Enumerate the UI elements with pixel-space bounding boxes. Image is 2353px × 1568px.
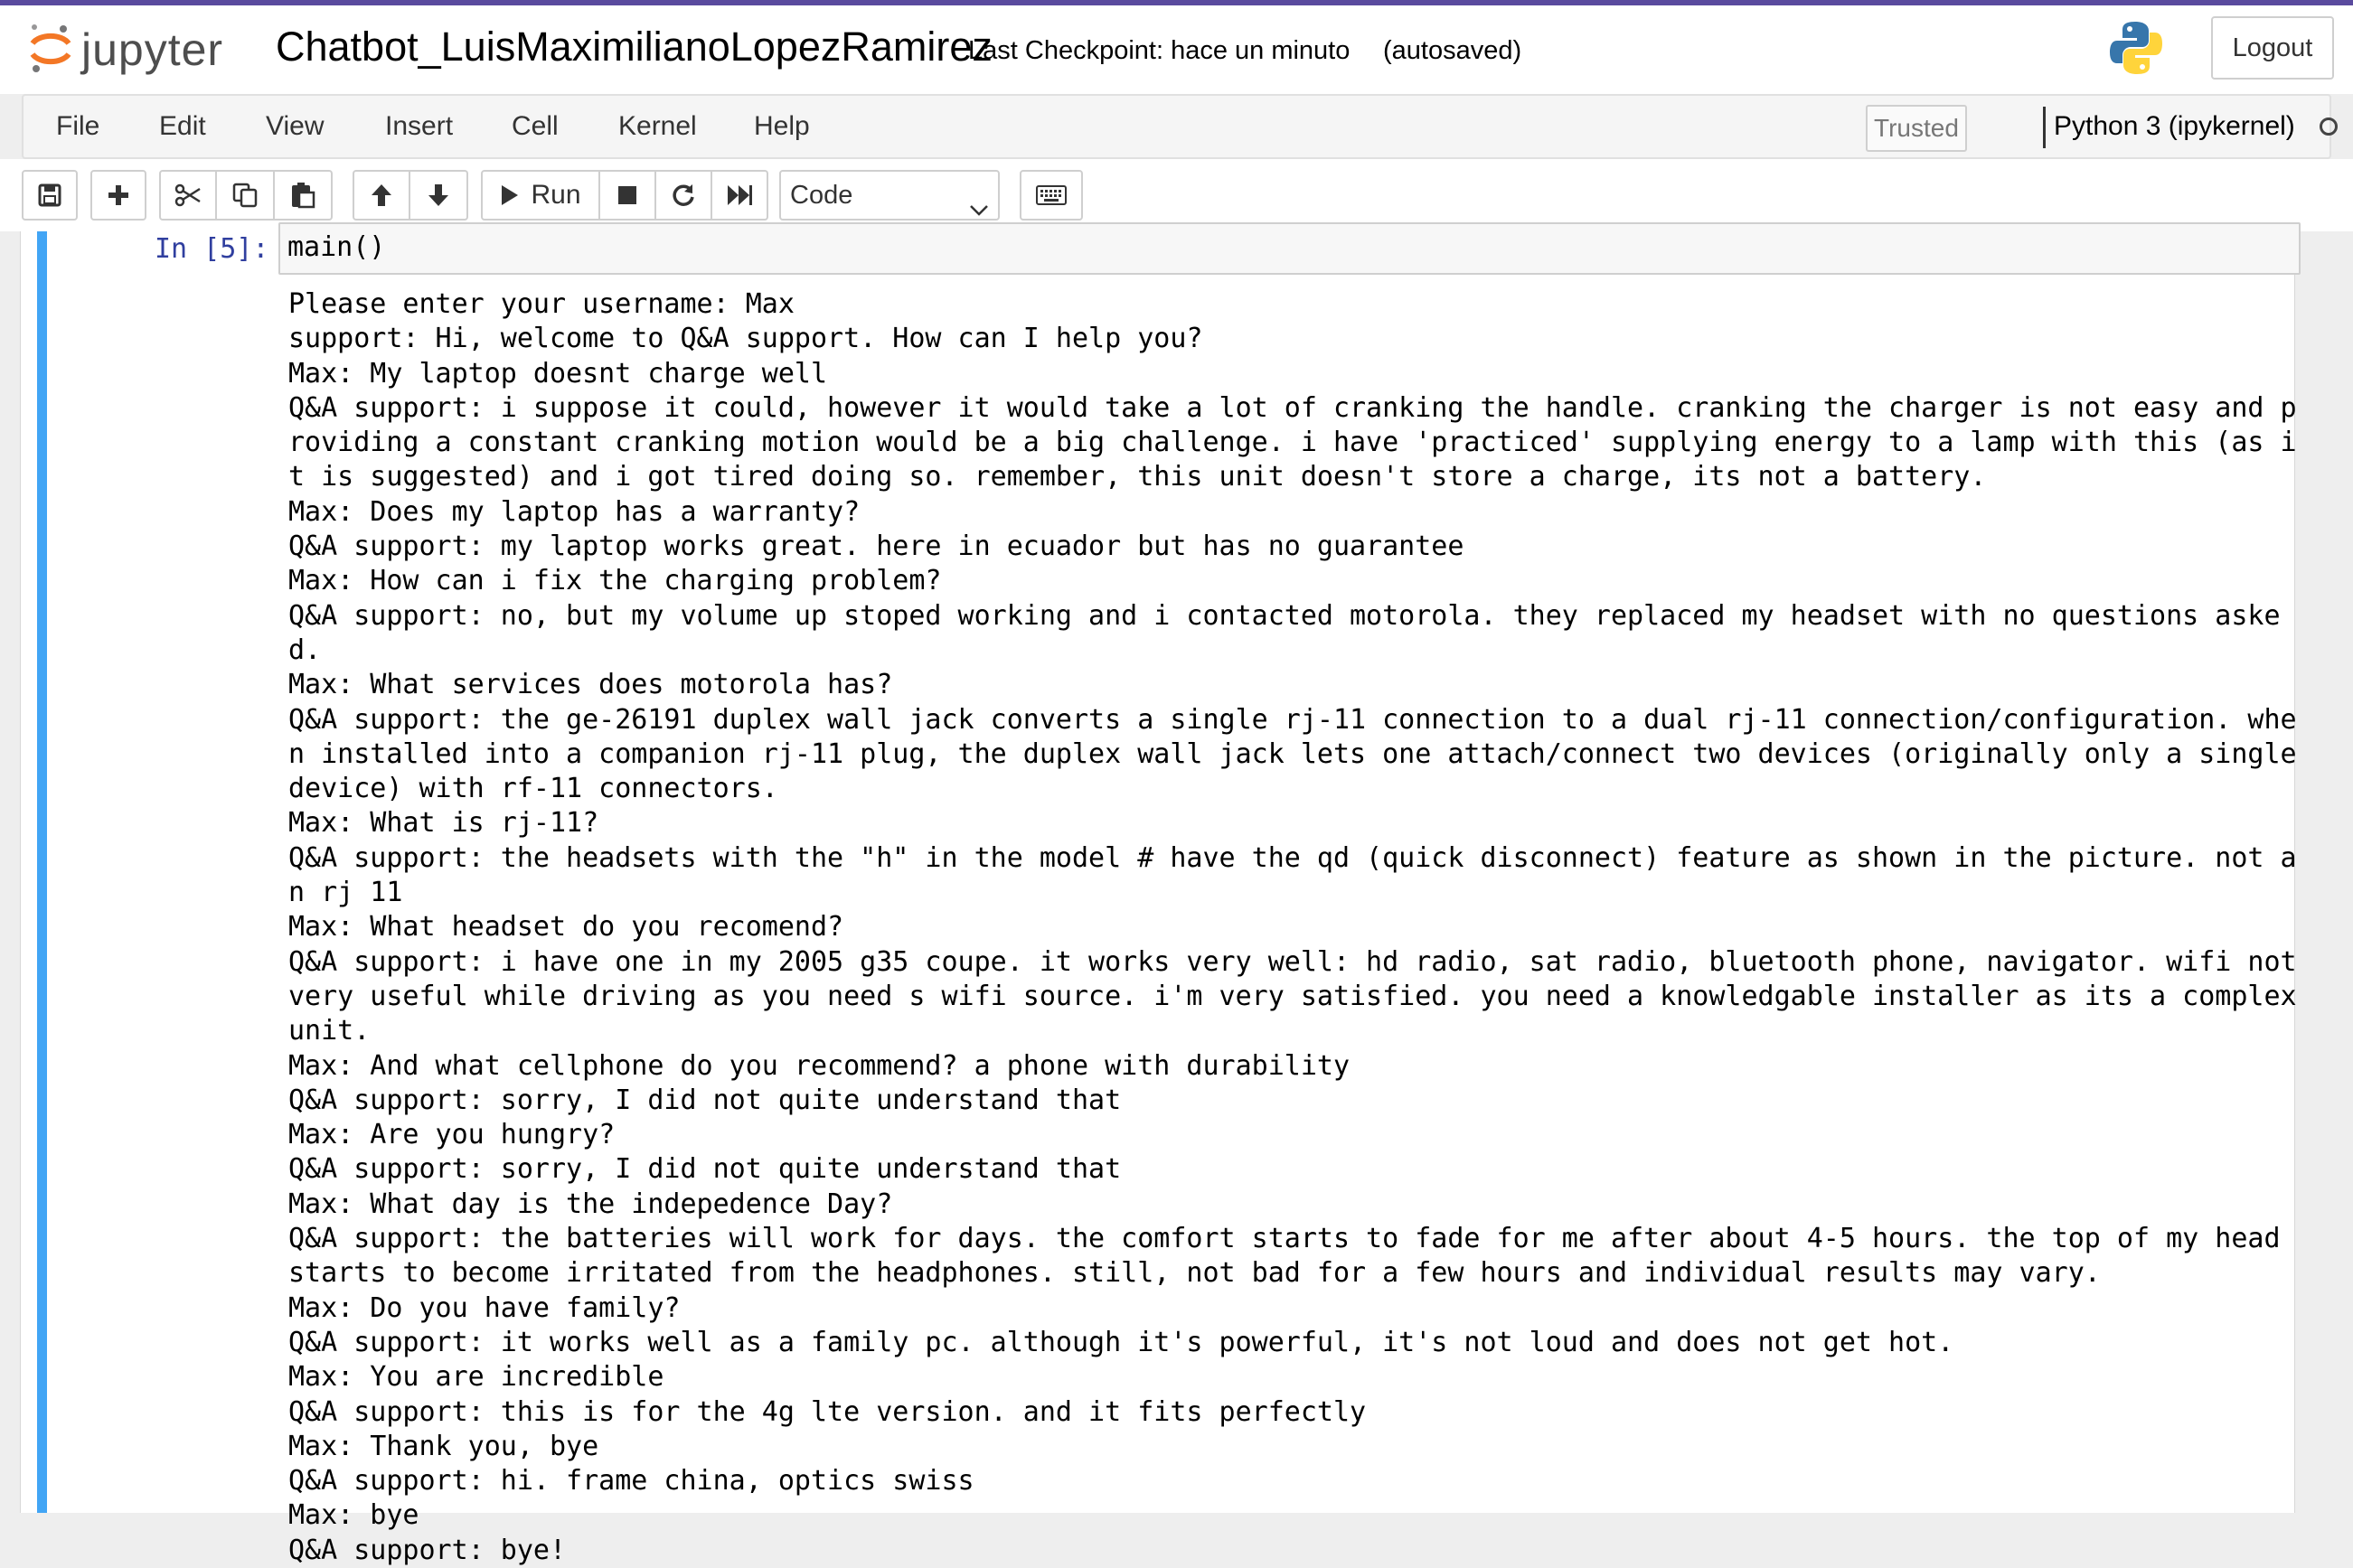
restart-icon bbox=[671, 183, 696, 208]
cell-output: Please enter your username: Max support: … bbox=[288, 287, 2304, 1568]
output-line: Q&A support: bye! bbox=[288, 1534, 567, 1566]
header: jupyter Chatbot_LuisMaximilianoLopezRami… bbox=[0, 5, 2353, 94]
jupyter-logo-icon bbox=[27, 20, 74, 80]
cut-icon bbox=[174, 183, 202, 207]
output-line: Max: How can i fix the charging problem? bbox=[288, 565, 942, 597]
output-line: Max: Thank you, bye bbox=[288, 1430, 599, 1462]
output-line: Max: Do you have family? bbox=[288, 1291, 681, 1324]
selected-cell-indicator bbox=[37, 231, 47, 1513]
output-line: Q&A support: sorry, I did not quite unde… bbox=[288, 1153, 1122, 1186]
output-line: Q&A support: the batteries will work for… bbox=[288, 1223, 2297, 1290]
output-line: Max: And what cellphone do you recommend… bbox=[288, 1049, 1350, 1082]
menu-view[interactable]: View bbox=[266, 96, 324, 157]
menu-insert[interactable]: Insert bbox=[385, 96, 453, 157]
move-down-button[interactable] bbox=[410, 170, 468, 221]
output-line: Max: What is rj-11? bbox=[288, 807, 599, 840]
jupyter-logo[interactable]: jupyter bbox=[27, 18, 223, 81]
output-line: Q&A support: sorry, I did not quite unde… bbox=[288, 1084, 1122, 1116]
output-line: Q&A support: my laptop works great. here… bbox=[288, 530, 1464, 563]
paste-icon bbox=[290, 182, 315, 209]
kernel-idle-icon bbox=[2320, 117, 2338, 136]
output-line: Max: You are incredible bbox=[288, 1361, 664, 1394]
stop-icon bbox=[616, 184, 638, 206]
output-line: Max: What day is the indepedence Day? bbox=[288, 1188, 893, 1220]
input-prompt: In [5]: bbox=[155, 233, 269, 265]
fast-forward-icon bbox=[726, 183, 753, 207]
command-palette-button[interactable] bbox=[1020, 170, 1083, 221]
cell-type-select[interactable]: Code bbox=[779, 170, 1000, 221]
output-line: Q&A support: this is for the 4g lte vers… bbox=[288, 1395, 1367, 1428]
arrow-down-icon bbox=[427, 183, 450, 208]
cell-type-value: Code bbox=[790, 181, 853, 210]
python-logo-icon bbox=[2106, 18, 2166, 82]
keyboard-icon bbox=[1036, 185, 1067, 205]
output-line: Q&A support: the headsets with the "h" i… bbox=[288, 841, 2297, 909]
code-text[interactable]: main() bbox=[287, 230, 385, 266]
menu-help[interactable]: Help bbox=[754, 96, 810, 157]
interrupt-button[interactable] bbox=[600, 170, 656, 221]
notebook-container: In [5]: main() Please enter your usernam… bbox=[20, 222, 2301, 1566]
output-line: Max: bye bbox=[288, 1499, 419, 1532]
run-label: Run bbox=[531, 180, 581, 210]
kernel-separator bbox=[2043, 107, 2046, 148]
output-line: Q&A support: the ge-26191 duplex wall ja… bbox=[288, 703, 2313, 805]
output-line: Q&A support: no, but my volume up stoped… bbox=[288, 599, 2281, 666]
toolbar: Run Code bbox=[0, 159, 2353, 231]
menubar: File Edit View Insert Cell Kernel Help T… bbox=[22, 94, 2338, 159]
save-icon bbox=[38, 183, 61, 207]
logout-button[interactable]: Logout bbox=[2211, 16, 2334, 80]
arrow-up-icon bbox=[370, 183, 393, 208]
output-line: Q&A support: i have one in my 2005 g35 c… bbox=[288, 945, 2313, 1047]
checkpoint-status: Last Checkpoint: hace un minuto bbox=[968, 36, 1351, 65]
insert-cell-button[interactable] bbox=[90, 170, 146, 221]
save-button[interactable] bbox=[22, 170, 78, 221]
output-line: Q&A support: it works well as a family p… bbox=[288, 1326, 1954, 1358]
plus-icon bbox=[107, 183, 130, 207]
menu-cell[interactable]: Cell bbox=[512, 96, 559, 157]
restart-run-all-button[interactable] bbox=[712, 170, 768, 221]
output-line: Q&A support: i suppose it could, however… bbox=[288, 391, 2297, 493]
trusted-indicator[interactable]: Trusted bbox=[1866, 105, 1967, 152]
paste-button[interactable] bbox=[275, 170, 333, 221]
output-line: Max: What headset do you recomend? bbox=[288, 911, 844, 944]
menu-file[interactable]: File bbox=[56, 96, 99, 157]
output-line: Max: What services does motorola has? bbox=[288, 669, 893, 701]
code-input[interactable]: main() bbox=[278, 222, 2301, 275]
copy-icon bbox=[232, 183, 258, 208]
output-line: Max: My laptop doesnt charge well bbox=[288, 357, 828, 390]
restart-kernel-button[interactable] bbox=[656, 170, 712, 221]
notebook-title[interactable]: Chatbot_LuisMaximilianoLopezRamirez bbox=[276, 18, 993, 76]
menu-edit[interactable]: Edit bbox=[159, 96, 206, 157]
move-up-button[interactable] bbox=[353, 170, 410, 221]
autosave-status: (autosaved) bbox=[1383, 36, 1522, 65]
notebook-area: In [5]: main() Please enter your usernam… bbox=[0, 222, 2353, 1566]
run-button[interactable]: Run bbox=[481, 170, 600, 221]
jupyter-logo-text: jupyter bbox=[81, 24, 224, 75]
output-line: Max: Are you hungry? bbox=[288, 1119, 616, 1151]
cut-button[interactable] bbox=[159, 170, 217, 221]
output-line: support: Hi, welcome to Q&A support. How… bbox=[288, 323, 1203, 355]
play-icon bbox=[500, 183, 520, 207]
output-line: Please enter your username: Max bbox=[288, 288, 795, 320]
copy-button[interactable] bbox=[217, 170, 275, 221]
output-line: Max: Does my laptop has a warranty? bbox=[288, 495, 861, 528]
output-line: Q&A support: hi. frame china, optics swi… bbox=[288, 1465, 974, 1498]
menu-kernel[interactable]: Kernel bbox=[618, 96, 697, 157]
kernel-name[interactable]: Python 3 (ipykernel) bbox=[2054, 96, 2295, 157]
